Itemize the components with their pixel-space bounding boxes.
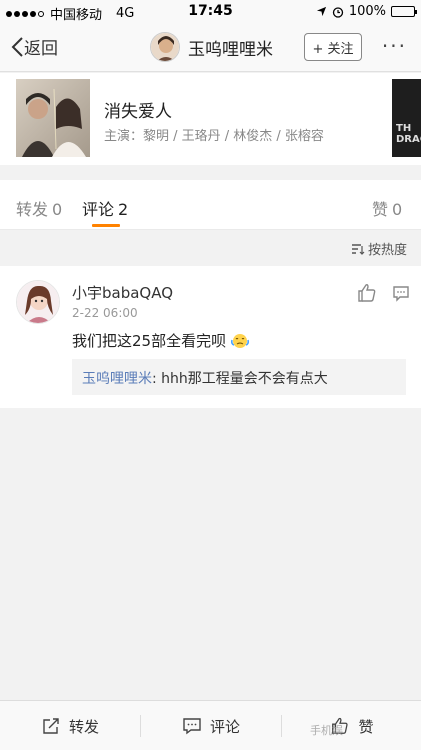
tab-comment[interactable]: 评论 2 <box>82 196 128 220</box>
bottom-action-bar: 转发 评论 赞 <box>0 700 421 750</box>
tab-comment-label: 评论 <box>82 200 115 219</box>
status-bar: 中国移动 4G 17:45 100% <box>0 0 421 23</box>
like-label: 赞 <box>358 717 374 736</box>
thumbs-up-icon[interactable] <box>356 282 378 304</box>
sort-icon <box>351 243 365 255</box>
status-right: 100% <box>316 4 417 19</box>
tab-like[interactable]: 赞0 <box>372 196 402 220</box>
battery-icon <box>391 6 417 17</box>
sort-row: 按热度 <box>0 230 421 266</box>
tab-like-label: 赞 <box>372 200 389 219</box>
nav-user[interactable]: 玉呜哩哩米 <box>150 32 273 62</box>
avatar <box>150 32 180 62</box>
comment-text-row: 我们把这25部全看完呗 <box>72 330 250 351</box>
reply-box[interactable]: 玉呜哩哩米: hhh那工程量会不会有点大 <box>72 359 406 395</box>
comment-time: 2-22 06:00 <box>72 306 138 320</box>
movie-cast: 主演：黎明 / 王珞丹 / 林俊杰 / 张榕容 <box>104 129 324 144</box>
tab-repost-count: 0 <box>52 200 63 219</box>
page-title: 玉呜哩哩米 <box>188 39 273 60</box>
battery-percent: 100% <box>348 4 386 19</box>
repost-icon <box>43 718 59 734</box>
sort-button[interactable]: 按热度 <box>351 239 407 258</box>
tab-comment-count: 2 <box>118 200 129 219</box>
avatar[interactable] <box>16 280 60 324</box>
next-movie-poster[interactable]: TH DRAG <box>392 79 421 157</box>
reply-text: : hhh那工程量会不会有点大 <box>152 371 328 387</box>
more-button[interactable]: ··· <box>382 34 407 58</box>
tab-repost[interactable]: 转发 0 <box>16 196 62 220</box>
emoji-icon <box>231 333 250 348</box>
sort-label: 按热度 <box>367 243 407 258</box>
comment-button[interactable]: 评论 <box>141 701 281 750</box>
follow-button[interactable]: + 关注 <box>304 33 362 61</box>
nav-bar: 返回 玉呜哩哩米 + 关注 ··· <box>0 22 421 72</box>
alarm-icon <box>332 6 343 18</box>
tab-repost-label: 转发 <box>16 200 49 219</box>
reply-username[interactable]: 玉呜哩哩米 <box>82 371 152 387</box>
movie-title: 消失爱人 <box>104 102 172 122</box>
like-button[interactable]: 赞 <box>282 701 421 750</box>
tab-bar: 转发 0 评论 2 赞0 <box>0 180 421 230</box>
location-icon <box>316 6 326 17</box>
movie-poster <box>16 79 90 157</box>
comment-icon <box>183 718 201 735</box>
repost-label: 转发 <box>68 717 99 736</box>
back-label: 返回 <box>24 39 58 59</box>
chevron-left-icon <box>11 36 23 57</box>
comment-text: 我们把这25部全看完呗 <box>72 332 227 350</box>
watermark: 手机娱 <box>310 724 343 737</box>
movie-card[interactable]: 消失爱人 主演：黎明 / 王珞丹 / 林俊杰 / 张榕容 TH DRAG <box>0 73 421 165</box>
back-button[interactable]: 返回 <box>10 34 58 59</box>
comment-item: 小宇babaQAQ 2-22 06:00 我们把这25部全看完呗 玉呜哩哩米: … <box>0 266 421 408</box>
reply-icon[interactable] <box>392 284 410 302</box>
comment-label: 评论 <box>209 717 240 736</box>
repost-button[interactable]: 转发 <box>0 701 140 750</box>
comment-username[interactable]: 小宇babaQAQ <box>72 282 173 303</box>
active-tab-indicator <box>92 224 120 227</box>
tab-like-count: 0 <box>392 200 403 219</box>
